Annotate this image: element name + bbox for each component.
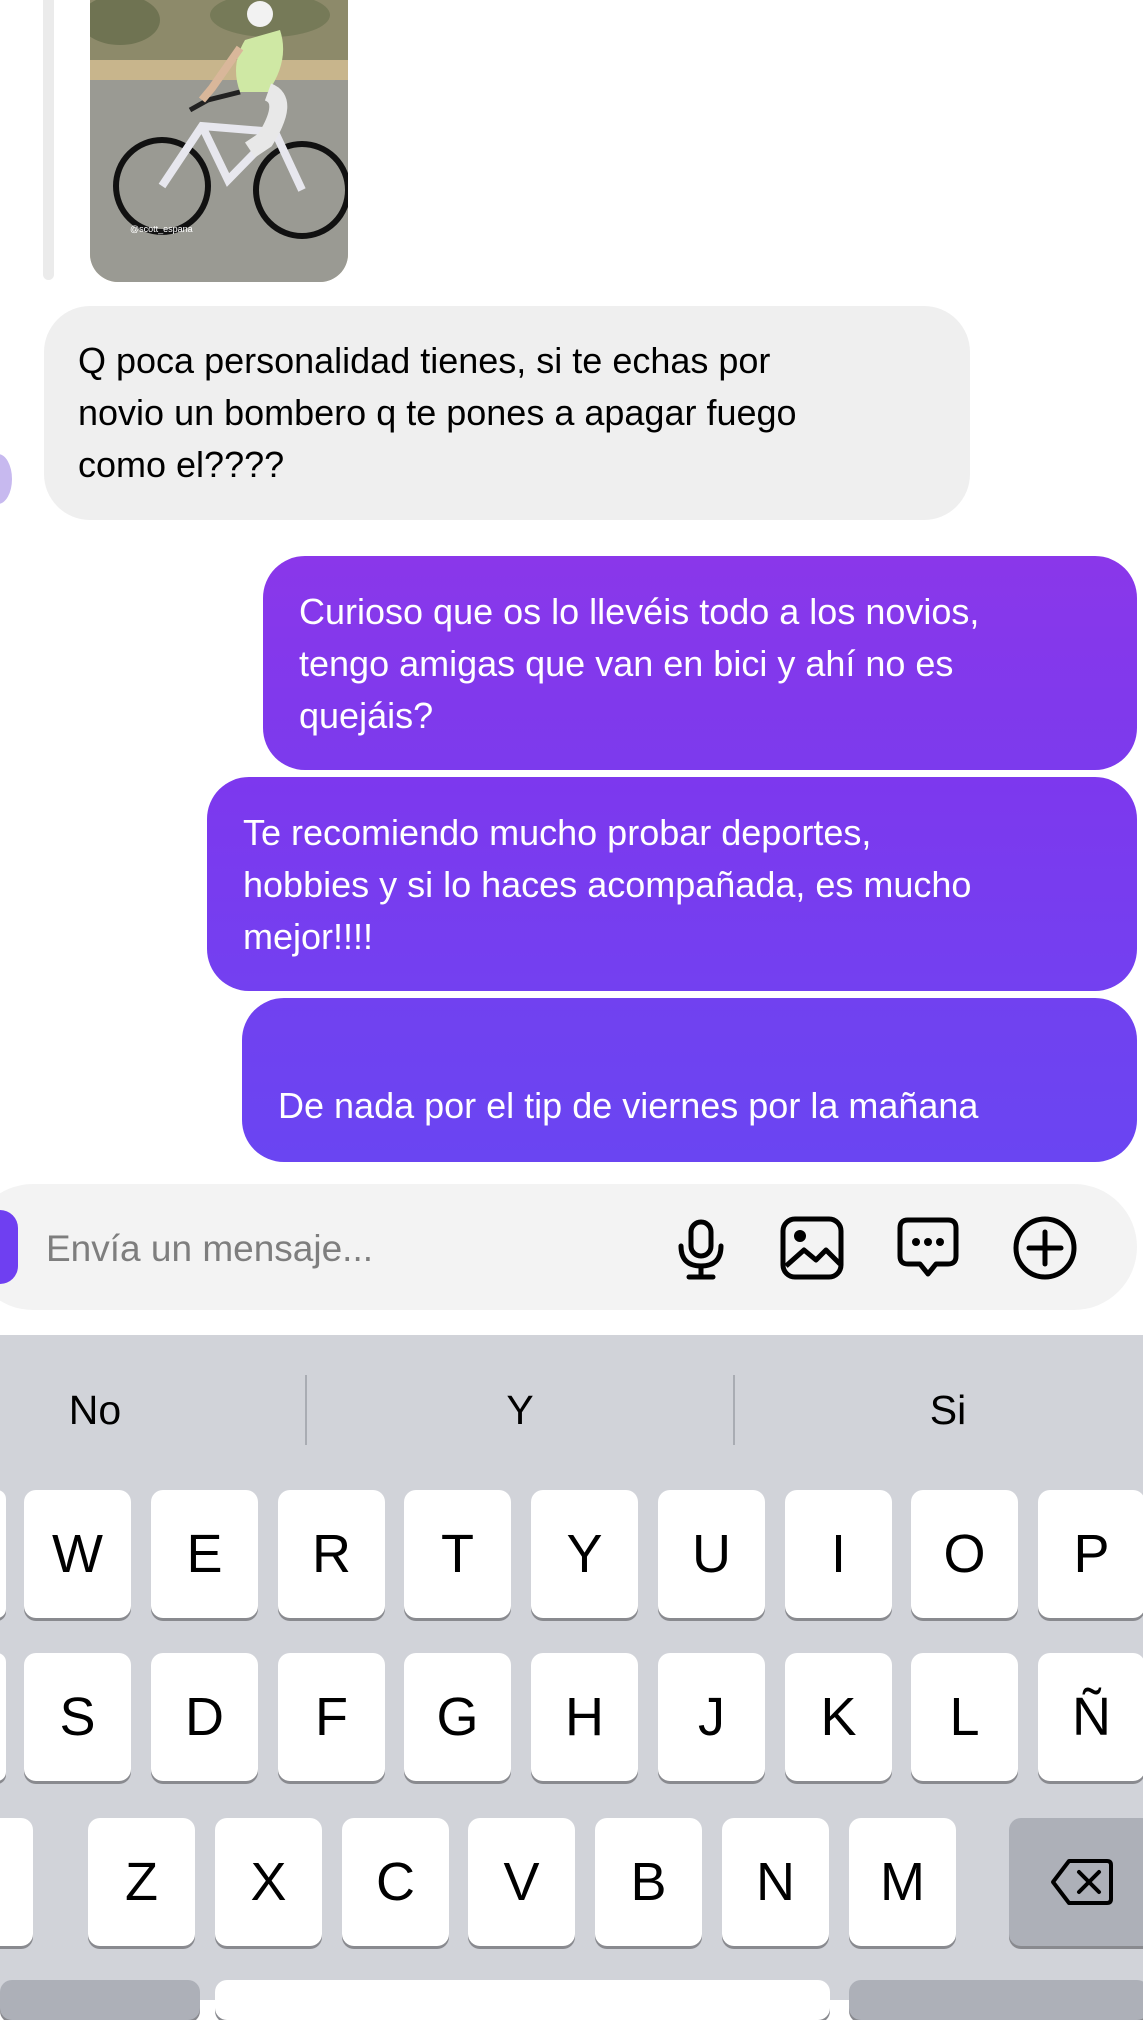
key-s[interactable]: S (24, 1653, 131, 1781)
key-h[interactable]: H (531, 1653, 638, 1781)
key-p[interactable]: P (1038, 1490, 1143, 1618)
key-c[interactable]: C (342, 1818, 449, 1946)
key-numbers[interactable] (0, 1980, 200, 2020)
key-return[interactable] (849, 1980, 1143, 2020)
camera-button[interactable] (0, 1210, 18, 1284)
key-k[interactable]: K (785, 1653, 892, 1781)
key-e[interactable]: E (151, 1490, 258, 1618)
key-m[interactable]: M (849, 1818, 956, 1946)
message-input[interactable] (44, 1216, 648, 1282)
key-r[interactable]: R (278, 1490, 385, 1618)
backspace-icon (1050, 1859, 1113, 1905)
key-u[interactable]: U (658, 1490, 765, 1618)
reply-indicator-bar (43, 0, 54, 280)
message-bubble-outgoing[interactable]: De nada por el tip de viernes por la mañ… (242, 998, 1137, 1230)
key-shift[interactable] (0, 1818, 33, 1946)
key-space[interactable] (215, 1980, 830, 2020)
sender-avatar[interactable] (0, 452, 14, 506)
key-j[interactable]: J (658, 1653, 765, 1781)
key-t[interactable]: T (404, 1490, 511, 1618)
key-partial-q[interactable] (0, 1490, 6, 1618)
microphone-icon[interactable] (667, 1214, 735, 1282)
key-w[interactable]: W (24, 1490, 131, 1618)
key-f[interactable]: F (278, 1653, 385, 1781)
image-icon[interactable] (778, 1214, 846, 1282)
key-b[interactable]: B (595, 1818, 702, 1946)
image-watermark: @scott_espana (130, 224, 193, 234)
suggestion-no[interactable]: No (0, 1335, 190, 1485)
key-y[interactable]: Y (531, 1490, 638, 1618)
message-bubble-outgoing[interactable]: Te recomiendo mucho probar deportes, hob… (207, 777, 1137, 991)
key-o[interactable]: O (911, 1490, 1018, 1618)
key-x[interactable]: X (215, 1818, 322, 1946)
shared-story-image[interactable]: @scott_espana (90, 0, 348, 282)
suggestion-y[interactable]: Y (307, 1335, 733, 1485)
keyboard: No Y Si W E R T Y U I O P S D F G H J K … (0, 1335, 1143, 2020)
key-l[interactable]: L (911, 1653, 1018, 1781)
plus-circle-icon[interactable] (1011, 1214, 1079, 1282)
key-z[interactable]: Z (88, 1818, 195, 1946)
key-d[interactable]: D (151, 1653, 258, 1781)
key-i[interactable]: I (785, 1490, 892, 1618)
message-bubble-incoming[interactable]: Q poca personalidad tienes, si te echas … (44, 306, 970, 520)
delete-key[interactable] (1009, 1818, 1143, 1946)
chat-thread: @scott_espana Q poca personalidad tienes… (0, 0, 1143, 1335)
message-text: De nada por el tip de viernes por la mañ… (278, 1085, 979, 1126)
key-n[interactable]: N (722, 1818, 829, 1946)
suggestion-si[interactable]: Si (735, 1335, 1143, 1485)
key-v[interactable]: V (468, 1818, 575, 1946)
key-partial-a[interactable] (0, 1653, 6, 1781)
key-g[interactable]: G (404, 1653, 511, 1781)
key-enye[interactable]: Ñ (1038, 1653, 1143, 1781)
message-bubble-outgoing[interactable]: Curioso que os lo llevéis todo a los nov… (263, 556, 1137, 770)
sticker-icon[interactable] (894, 1214, 962, 1282)
